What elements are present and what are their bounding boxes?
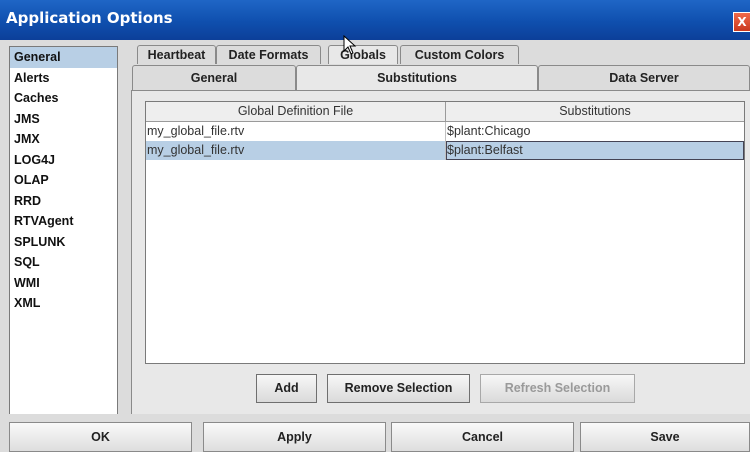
apply-button[interactable]: Apply [203,422,386,452]
tab-substitutions[interactable]: Substitutions [296,65,538,90]
sidebar-item-jmx[interactable]: JMX [10,129,117,150]
substitutions-table: Global Definition File Substitutions my_… [145,101,745,364]
window-title: Application Options [6,9,173,27]
tab-pane: Heartbeat Date Formats Globals Custom Co… [131,45,750,414]
sidebar-item-sql[interactable]: SQL [10,252,117,273]
sidebar-item-xml[interactable]: XML [10,293,117,314]
sidebar-item-splunk[interactable]: SPLUNK [10,232,117,253]
button-bar: OK Apply Cancel Save [0,414,750,452]
refresh-selection-button[interactable]: Refresh Selection [480,374,635,403]
tab-globals[interactable]: Globals [328,45,398,64]
sidebar-item-log4j[interactable]: LOG4J [10,150,117,171]
sidebar-item-caches[interactable]: Caches [10,88,117,109]
table-header: Global Definition File Substitutions [146,102,744,122]
tab-general[interactable]: General [132,65,296,90]
sidebar-item-alerts[interactable]: Alerts [10,68,117,89]
title-bar: Application Options X [0,0,750,40]
sidebar-item-rtvagent[interactable]: RTVAgent [10,211,117,232]
sidebar-item-general[interactable]: General [10,47,117,68]
save-button[interactable]: Save [580,422,750,452]
table-row[interactable]: my_global_file.rtv $plant:Belfast [146,141,744,160]
cell-substitutions[interactable]: $plant:Belfast [446,141,744,160]
add-button[interactable]: Add [256,374,317,403]
cell-file[interactable]: my_global_file.rtv [146,122,446,141]
tab-date-formats[interactable]: Date Formats [216,45,321,64]
substitutions-panel: Global Definition File Substitutions my_… [131,90,750,414]
cancel-button[interactable]: Cancel [391,422,574,452]
cell-substitutions[interactable]: $plant:Chicago [446,122,744,141]
column-header-substitutions[interactable]: Substitutions [446,102,744,121]
sidebar-item-jms[interactable]: JMS [10,109,117,130]
column-header-file[interactable]: Global Definition File [146,102,446,121]
close-button[interactable]: X [733,12,750,32]
remove-selection-button[interactable]: Remove Selection [327,374,470,403]
ok-button[interactable]: OK [9,422,192,452]
sidebar-item-rrd[interactable]: RRD [10,191,117,212]
mouse-cursor-icon [343,35,357,55]
cell-file[interactable]: my_global_file.rtv [146,141,446,160]
sidebar-item-olap[interactable]: OLAP [10,170,117,191]
tab-custom-colors[interactable]: Custom Colors [400,45,519,64]
table-row[interactable]: my_global_file.rtv $plant:Chicago [146,122,744,141]
tab-heartbeat[interactable]: Heartbeat [137,45,216,64]
sidebar-item-wmi[interactable]: WMI [10,273,117,294]
category-list: General Alerts Caches JMS JMX LOG4J OLAP… [9,46,118,416]
dialog-body: General Alerts Caches JMS JMX LOG4J OLAP… [0,40,750,416]
tab-data-server[interactable]: Data Server [538,65,750,90]
